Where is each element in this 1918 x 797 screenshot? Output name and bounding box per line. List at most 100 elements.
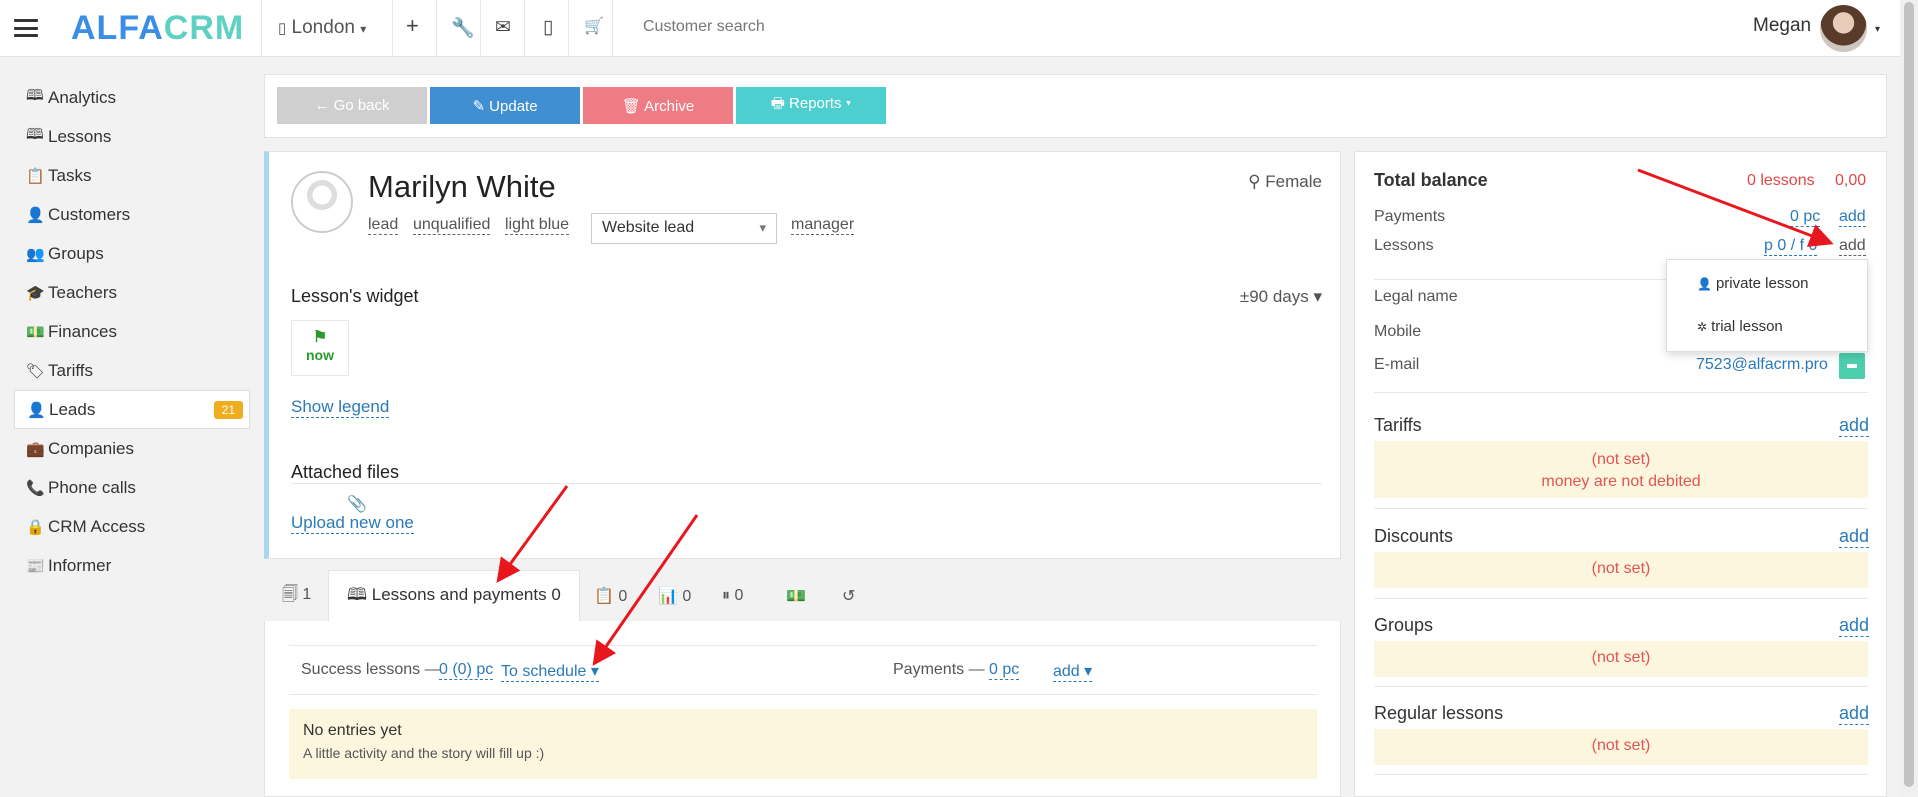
add-regular-lesson-link[interactable]: add bbox=[1839, 703, 1870, 725]
sidebar-item-tasks[interactable]: 📋 Tasks bbox=[14, 156, 250, 195]
tab-finance[interactable]: 💵 bbox=[786, 570, 806, 622]
users-icon: 👥 bbox=[26, 245, 45, 263]
sidebar-item-tariffs[interactable]: 🏷 Tariffs bbox=[14, 351, 250, 390]
envelope-icon[interactable]: ✉ bbox=[495, 16, 511, 39]
mobile-icon[interactable]: ▯ bbox=[543, 16, 553, 39]
dropdown-item-trial-lesson[interactable]: ✲ trial lesson bbox=[1697, 318, 1783, 335]
upload-file-link[interactable]: Upload new one bbox=[291, 513, 414, 534]
status-tag-lead[interactable]: lead bbox=[368, 216, 399, 235]
gender-label: ⚲ Female bbox=[1248, 172, 1322, 191]
tab-history[interactable]: ↺ bbox=[842, 570, 855, 622]
sidebar-item-customers[interactable]: 👤 Customers bbox=[14, 195, 250, 234]
divider bbox=[1374, 686, 1868, 687]
archive-button[interactable]: 🗑 Archive bbox=[583, 87, 733, 124]
divider bbox=[1374, 598, 1868, 599]
send-email-button[interactable] bbox=[1839, 353, 1865, 379]
user-name[interactable]: Megan bbox=[1753, 15, 1811, 37]
sidebar: 🕮 Analytics 🕮 Lessons 📋 Tasks 👤 Customers 👥 G… bbox=[14, 78, 250, 585]
to-schedule-dropdown[interactable]: To schedule ▾ bbox=[501, 661, 599, 682]
status-tag-light-blue[interactable]: light blue bbox=[505, 216, 570, 235]
lessons-widget-title: Lesson's widget bbox=[291, 286, 419, 306]
sidebar-item-companies[interactable]: 💼 Companies bbox=[14, 429, 250, 468]
dropdown-item-private-lesson[interactable]: 👤 private lesson bbox=[1697, 275, 1809, 292]
lessons-summary-row: Success lessons — 0 (0) pc To schedule ▾… bbox=[289, 645, 1317, 695]
divider bbox=[524, 0, 525, 57]
regular-lessons-empty: (not set) bbox=[1374, 729, 1868, 765]
tab-lessons-payments[interactable]: 🕮 Lessons and payments 0 bbox=[328, 570, 580, 622]
sidebar-item-informer[interactable]: 📰 Informer bbox=[14, 546, 250, 585]
success-lessons-label: Success lessons — bbox=[301, 661, 441, 678]
attached-files-title: Attached files bbox=[291, 462, 400, 482]
lead-source-select[interactable]: Website lead bbox=[591, 213, 777, 244]
branch-selector[interactable]: ▯ London ▾ bbox=[278, 17, 366, 39]
paperclip-icon: 📎 bbox=[347, 496, 367, 513]
divider bbox=[436, 0, 437, 57]
sidebar-item-teachers[interactable]: 🎓 Teachers bbox=[14, 273, 250, 312]
tariffs-title: Tariffs bbox=[1374, 415, 1422, 435]
tab-stats[interactable]: 📊 0 bbox=[658, 570, 691, 622]
status-tag-unqualified[interactable]: unqualified bbox=[413, 216, 491, 235]
manager-link[interactable]: manager bbox=[791, 216, 855, 235]
plus-icon[interactable]: + bbox=[406, 13, 419, 39]
scrollbar-thumb[interactable] bbox=[1904, 2, 1914, 787]
legal-name-label: Legal name bbox=[1374, 288, 1458, 305]
customer-details-panel: Total balance 0 lessons 0,00 Payments 0 … bbox=[1354, 151, 1887, 797]
show-legend-link[interactable]: Show legend bbox=[291, 397, 390, 418]
book-icon: 🕮 bbox=[26, 126, 44, 143]
add-group-link[interactable]: add bbox=[1839, 615, 1870, 637]
user-plus-icon: 👤 bbox=[27, 401, 46, 419]
add-payment-dropdown[interactable]: add ▾ bbox=[1053, 661, 1093, 682]
lock-icon: 🔒 bbox=[26, 518, 45, 536]
sidebar-item-groups[interactable]: 👥 Groups bbox=[14, 234, 250, 273]
chevron-down-icon[interactable]: ▾ bbox=[1875, 24, 1880, 35]
menu-icon[interactable] bbox=[14, 19, 38, 37]
divider bbox=[568, 0, 569, 57]
map-icon: 🕮 bbox=[26, 87, 44, 104]
divider bbox=[480, 0, 481, 57]
sidebar-item-finances[interactable]: 💵 Finances bbox=[14, 312, 250, 351]
tab-tasks[interactable]: 📋 0 bbox=[594, 570, 627, 622]
now-marker[interactable]: ⚑ now bbox=[291, 320, 349, 376]
email-value[interactable]: 7523@alfacrm.pro bbox=[1696, 356, 1828, 374]
tab-comments[interactable]: 🗐 1 bbox=[282, 570, 311, 622]
email-label: E-mail bbox=[1374, 356, 1420, 373]
tab-bar: 🗐 1 🕮 Lessons and payments 0 📋 0 📊 0 ⏸ 0… bbox=[264, 570, 1341, 622]
clipboard-icon: 📋 bbox=[26, 167, 45, 185]
balance-money: 0,00 bbox=[1835, 172, 1867, 189]
success-lessons-value[interactable]: 0 (0) pc bbox=[439, 661, 494, 680]
logo[interactable]: ALFACRM bbox=[71, 9, 244, 47]
wrench-icon[interactable]: 🔧 bbox=[451, 16, 475, 40]
lessons-value[interactable]: p 0 / f 0 bbox=[1764, 237, 1818, 256]
add-lesson-link[interactable]: add bbox=[1839, 237, 1866, 256]
groups-empty: (not set) bbox=[1374, 641, 1868, 677]
update-button[interactable]: ✎ Update bbox=[430, 87, 580, 124]
sidebar-item-phone-calls[interactable]: 📞 Phone calls bbox=[14, 468, 250, 507]
cart-icon[interactable]: 🛒 bbox=[584, 16, 604, 36]
avatar[interactable] bbox=[1820, 5, 1867, 52]
widget-range-dropdown[interactable]: ±90 days ▾ bbox=[1240, 287, 1322, 307]
sidebar-item-leads[interactable]: 👤 Leads 21 bbox=[14, 390, 250, 429]
total-balance-title: Total balance bbox=[1374, 170, 1488, 190]
reports-button[interactable]: 🖶 Reports ▾ bbox=[736, 87, 886, 124]
money-icon: 💵 bbox=[26, 323, 45, 341]
building-icon: ▯ bbox=[278, 20, 287, 37]
graduation-cap-icon: 🎓 bbox=[26, 284, 45, 302]
add-discount-link[interactable]: add bbox=[1839, 526, 1870, 548]
user-icon: 👤 bbox=[1697, 277, 1712, 291]
sidebar-item-analytics[interactable]: 🕮 Analytics bbox=[14, 78, 250, 117]
add-tariff-link[interactable]: add bbox=[1839, 415, 1870, 437]
add-lesson-dropdown: 👤 private lesson ✲ trial lesson bbox=[1666, 259, 1868, 352]
payments-value[interactable]: 0 pc bbox=[1790, 208, 1821, 227]
phone-icon: 📞 bbox=[26, 479, 45, 497]
add-payment-link[interactable]: add bbox=[1839, 208, 1866, 227]
sidebar-item-crm-access[interactable]: 🔒 CRM Access bbox=[14, 507, 250, 546]
briefcase-icon: 💼 bbox=[26, 440, 45, 458]
customer-search-input[interactable]: Customer search bbox=[643, 18, 765, 36]
sidebar-item-lessons[interactable]: 🕮 Lessons bbox=[14, 117, 250, 156]
payments-value[interactable]: 0 pc bbox=[989, 661, 1020, 680]
tab-pauses[interactable]: ⏸ 0 bbox=[722, 570, 743, 622]
top-bar: ALFACRM ▯ London ▾ + 🔧 ✉ ▯ 🛒 Customer se… bbox=[0, 0, 1900, 57]
scrollbar[interactable] bbox=[1900, 0, 1918, 797]
divider bbox=[1374, 392, 1868, 393]
go-back-button[interactable]: ← Go back bbox=[277, 87, 427, 124]
